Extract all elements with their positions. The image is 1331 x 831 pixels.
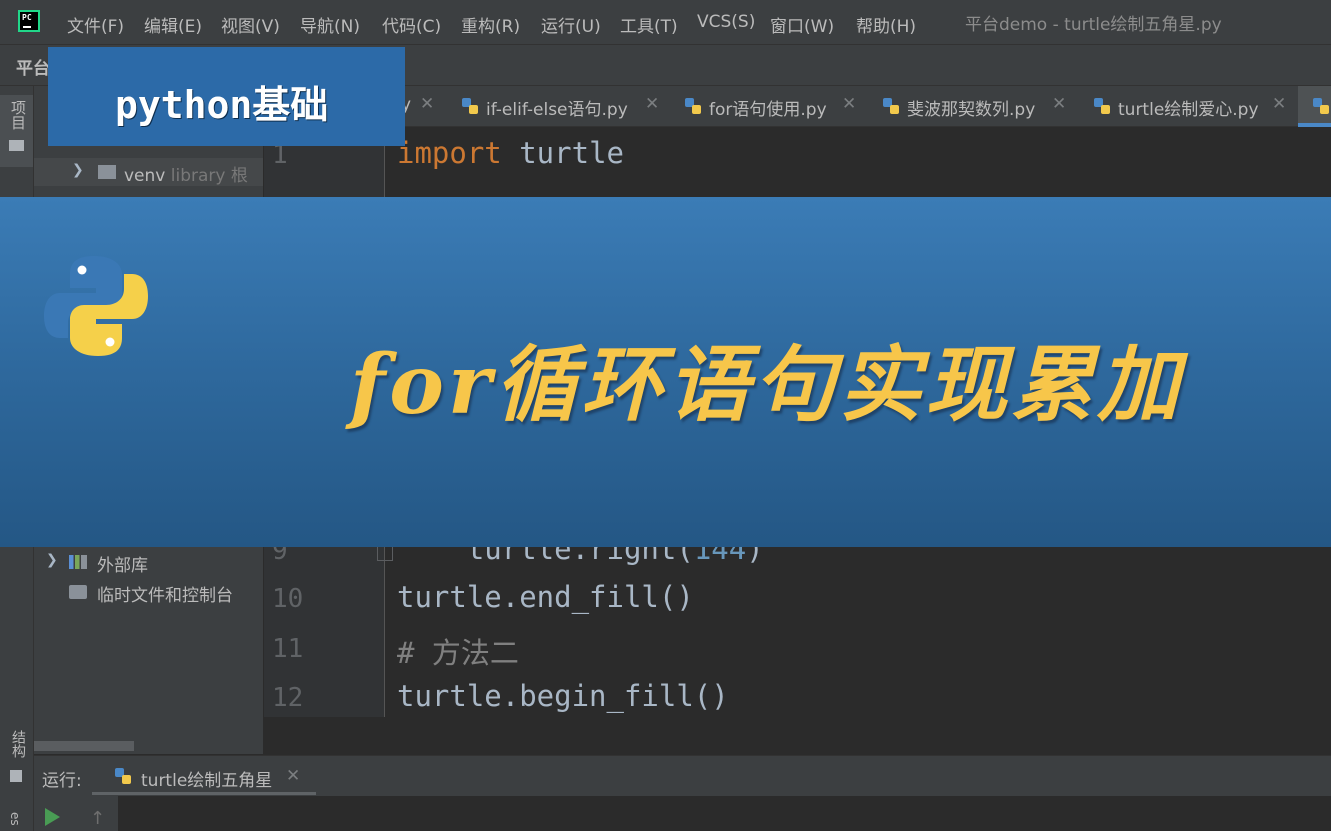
tree-item-external-libraries[interactable]: ❯ 外部库 bbox=[34, 548, 263, 576]
python-logo-icon bbox=[44, 256, 148, 356]
tab-label: 斐波那契数列.py bbox=[907, 100, 1036, 120]
line-number: 11 bbox=[272, 634, 304, 664]
tree-item-label: venv bbox=[124, 166, 166, 186]
run-tab[interactable]: turtle绘制五角星 bbox=[141, 766, 272, 791]
tab-turtle-heart[interactable]: turtle绘制爱心.py ✕ bbox=[1093, 86, 1293, 126]
run-console[interactable] bbox=[34, 796, 1331, 831]
project-tool-label: 项目 bbox=[9, 100, 27, 130]
python-file-icon bbox=[883, 98, 899, 114]
run-tab-indicator bbox=[92, 792, 316, 795]
library-icon bbox=[69, 555, 87, 569]
python-file-icon bbox=[1313, 98, 1329, 114]
tab-fibonacci[interactable]: 斐波那契数列.py ✕ bbox=[882, 86, 1082, 126]
chevron-right-icon[interactable]: ❯ bbox=[72, 162, 84, 178]
tree-item-venv[interactable]: ❯ venv library 根 bbox=[34, 158, 263, 186]
close-icon[interactable]: ✕ bbox=[286, 766, 300, 786]
close-icon[interactable]: ✕ bbox=[420, 94, 434, 114]
menu-run[interactable]: 运行(U) bbox=[541, 12, 601, 37]
code-line-comment[interactable]: # 方法二 bbox=[397, 630, 519, 672]
close-icon[interactable]: ✕ bbox=[1052, 94, 1066, 114]
menu-view[interactable]: 视图(V) bbox=[221, 12, 280, 37]
tree-item-label: 临时文件和控制台 bbox=[97, 586, 233, 606]
menu-refactor[interactable]: 重构(R) bbox=[461, 12, 520, 37]
python-file-icon bbox=[1094, 98, 1110, 114]
breadcrumb-project[interactable]: 平台 bbox=[16, 54, 50, 79]
code-line[interactable]: turtle.begin_fill() bbox=[397, 679, 729, 713]
chevron-right-icon[interactable]: ❯ bbox=[46, 552, 58, 568]
topic-badge-label: python基础 bbox=[115, 83, 329, 127]
python-file-icon bbox=[685, 98, 701, 114]
tab-if-elif-else[interactable]: if-elif-else语句.py ✕ bbox=[461, 86, 671, 126]
keyword-token: import bbox=[397, 136, 502, 170]
menu-vcs[interactable]: VCS(S) bbox=[697, 12, 755, 32]
horizontal-scrollbar[interactable] bbox=[34, 741, 134, 751]
line-number: 12 bbox=[272, 683, 304, 713]
menu-tools[interactable]: 工具(T) bbox=[620, 12, 678, 37]
menu-navigate[interactable]: 导航(N) bbox=[300, 12, 360, 37]
menu-edit[interactable]: 编辑(E) bbox=[144, 12, 202, 37]
tab-label: if-elif-else语句.py bbox=[486, 100, 628, 120]
tab-active[interactable] bbox=[1298, 86, 1331, 126]
menu-code[interactable]: 代码(C) bbox=[382, 12, 441, 37]
line-number: 10 bbox=[272, 584, 304, 614]
folder-icon bbox=[98, 165, 116, 179]
tab-label: turtle绘制爱心.py bbox=[1118, 100, 1259, 120]
structure-icon bbox=[10, 770, 22, 782]
scratches-console-icon bbox=[69, 585, 87, 599]
tab-label: for语句使用.py bbox=[709, 100, 827, 120]
bottom-tool-label: es bbox=[8, 812, 22, 826]
close-icon[interactable]: ✕ bbox=[842, 94, 856, 114]
menu-help[interactable]: 帮助(H) bbox=[856, 12, 916, 37]
tree-item-scratches[interactable]: 临时文件和控制台 bbox=[34, 578, 263, 606]
code-token: turtle bbox=[501, 136, 624, 170]
close-icon[interactable]: ✕ bbox=[645, 94, 659, 114]
tree-item-label: 外部库 bbox=[97, 556, 148, 576]
menu-window[interactable]: 窗口(W) bbox=[770, 12, 834, 37]
rerun-play-icon[interactable] bbox=[45, 808, 60, 826]
window-title: 平台demo - turtle绘制五角星.py bbox=[965, 15, 1222, 35]
arrow-up-icon[interactable]: ↑ bbox=[90, 808, 105, 829]
code-line[interactable]: turtle.end_fill() bbox=[397, 580, 694, 614]
folder-icon bbox=[9, 140, 24, 151]
tab-for-statement[interactable]: for语句使用.py ✕ bbox=[684, 86, 874, 126]
python-file-icon bbox=[115, 768, 131, 784]
tree-item-hint: library 根 bbox=[170, 166, 248, 186]
code-line[interactable]: import turtle bbox=[397, 136, 624, 170]
close-icon[interactable]: ✕ bbox=[1272, 94, 1286, 114]
pycharm-logo-icon: PC bbox=[18, 10, 40, 32]
run-panel-label: 运行: bbox=[42, 771, 82, 791]
python-file-icon bbox=[462, 98, 478, 114]
banner-title: for循环语句实现累加 bbox=[350, 337, 1184, 433]
menu-file[interactable]: 文件(F) bbox=[67, 12, 124, 37]
structure-tool-button[interactable]: 结构 bbox=[8, 730, 28, 758]
